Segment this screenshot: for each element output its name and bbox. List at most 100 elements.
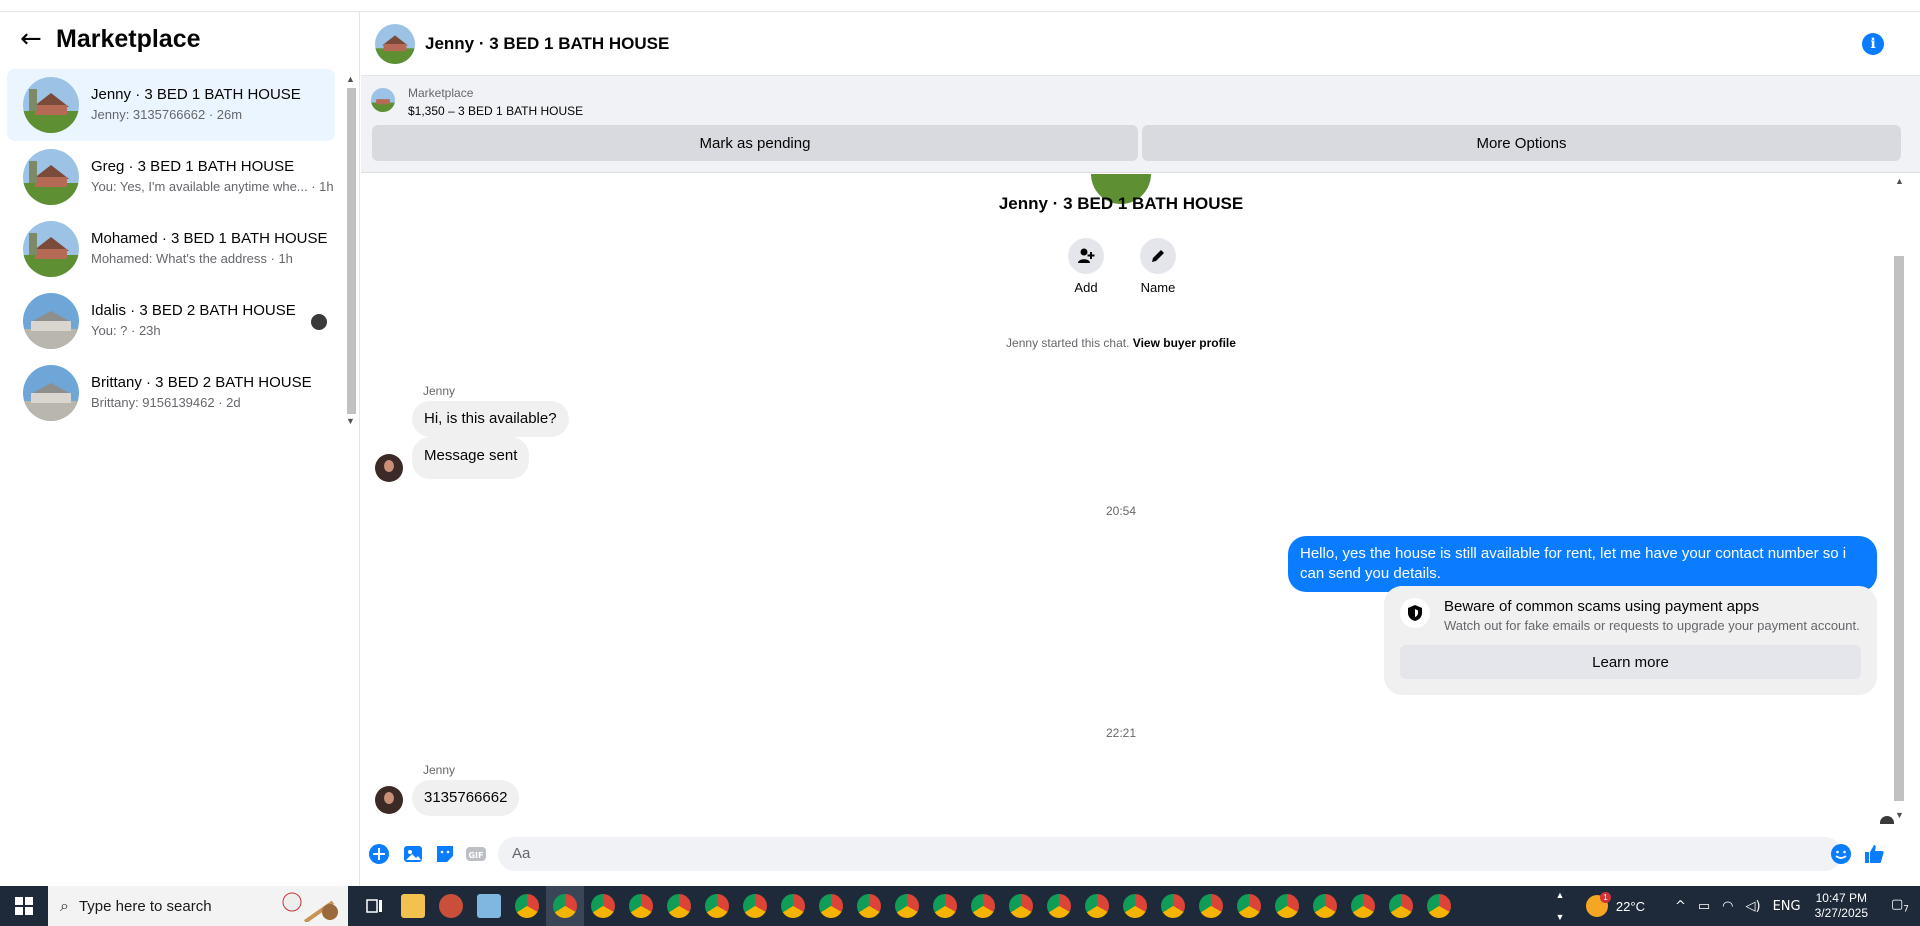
chrome-icon[interactable] [1116,886,1154,926]
volume-icon[interactable]: ◁) [1746,899,1761,914]
add-people-action[interactable]: Add [1056,238,1116,295]
file-explorer-icon[interactable] [394,886,432,926]
message-composer: GIF Aa [361,833,1920,877]
thumbs-up-icon[interactable] [1863,843,1885,865]
conversation-item-mohamed[interactable]: Mohamed · 3 BED 1 BATH HOUSE Mohamed: Wh… [7,213,335,285]
wifi-icon[interactable]: ◠ [1722,899,1733,914]
chrome-icon[interactable] [736,886,774,926]
scroll-down-icon[interactable]: ▼ [1895,810,1904,820]
sender-avatar[interactable] [375,454,403,482]
sticker-icon[interactable] [434,843,456,865]
back-arrow-icon[interactable]: ← [20,24,56,54]
chrome-icon[interactable] [1192,886,1230,926]
scroll-up-icon[interactable]: ▲ [346,74,355,84]
chevron-up-icon[interactable]: ^ [1675,899,1686,914]
sidebar-scrollbar[interactable]: ▲ ▼ [344,74,358,430]
photo-icon[interactable] [402,843,424,865]
chrome-icon[interactable] [1382,886,1420,926]
conversation-item-idalis[interactable]: Idalis · 3 BED 2 BATH HOUSE You: ? · 23h [7,285,335,357]
name-label: Name [1140,280,1176,295]
baseball-icon [282,892,338,922]
incoming-message[interactable]: Hi, is this available? [412,401,569,437]
chrome-icon[interactable] [1268,886,1306,926]
taskbar-scroll-down-icon[interactable]: ▼ [1553,912,1567,922]
emoji-icon[interactable] [1830,843,1852,865]
chrome-icon[interactable] [1306,886,1344,926]
chrome-icon[interactable] [584,886,622,926]
chrome-icon[interactable] [850,886,888,926]
conversation-sidebar: ← Marketplace Jenny · 3 BED 1 BATH HOUSE… [0,12,360,886]
house-thumbnail [23,221,79,277]
gif-icon[interactable]: GIF [465,843,487,865]
sender-avatar[interactable] [375,786,403,814]
taskbar-scroll-up-icon[interactable]: ▲ [1553,890,1567,900]
chrome-icon[interactable] [698,886,736,926]
notepad-icon[interactable] [470,886,508,926]
conversation-item-greg[interactable]: Greg · 3 BED 1 BATH HOUSE You: Yes, I'm … [7,141,335,213]
more-options-button[interactable]: More Options [1142,125,1901,161]
app-icon[interactable] [432,886,470,926]
mark-as-pending-button[interactable]: Mark as pending [372,125,1138,161]
pencil-icon[interactable] [1140,238,1176,274]
incoming-message[interactable]: 3135766662 [412,780,520,816]
info-icon[interactable]: i [1862,33,1884,55]
svg-text:GIF: GIF [468,851,483,860]
scroll-down-icon[interactable]: ▼ [346,416,355,426]
chrome-icon[interactable] [1154,886,1192,926]
notification-center-icon[interactable]: ▢7 [1880,897,1920,915]
chat-header: Jenny · 3 BED 1 BATH HOUSE i [361,12,1920,76]
windows-start-icon[interactable] [0,886,48,926]
message-scrollbar[interactable]: ▲ ▼ [1892,174,1906,824]
chrome-icon[interactable] [812,886,850,926]
incoming-message[interactable]: Message sent [412,437,530,479]
chrome-icon[interactable] [660,886,698,926]
chat-avatar[interactable] [375,23,415,64]
language-indicator[interactable]: ENG [1773,899,1801,914]
plus-circle-icon[interactable] [368,843,390,865]
chrome-icon[interactable] [1344,886,1382,926]
chrome-icon[interactable] [1230,886,1268,926]
chrome-icon[interactable] [622,886,660,926]
weather-widget[interactable]: 1 22°C [1585,892,1645,917]
shield-icon [1400,598,1430,628]
name-chat-action[interactable]: Name [1128,238,1188,295]
chrome-icon[interactable] [1040,886,1078,926]
add-person-icon[interactable] [1068,238,1104,274]
chrome-icon[interactable] [1002,886,1040,926]
chat-title[interactable]: Jenny · 3 BED 1 BATH HOUSE [425,34,669,54]
outgoing-message[interactable]: Hello, yes the house is still available … [1288,536,1877,592]
learn-more-button[interactable]: Learn more [1400,645,1861,679]
listing-thumbnail[interactable] [371,88,395,112]
chrome-icon[interactable] [964,886,1002,926]
conversation-item-jenny[interactable]: Jenny · 3 BED 1 BATH HOUSE Jenny: 313576… [7,69,335,141]
chrome-icon[interactable] [546,886,584,926]
sidebar-title: Marketplace [56,24,201,53]
timestamp: 20:54 [1105,504,1137,518]
chrome-icon[interactable] [508,886,546,926]
chrome-icon[interactable] [774,886,812,926]
listing-source: Marketplace [408,86,474,100]
scrollbar-thumb[interactable] [1894,256,1904,801]
chrome-icon[interactable] [1420,886,1458,926]
conversation-preview: Brittany: 9156139462 · 2d [91,395,241,410]
meet-icon[interactable]: ▭ [1698,899,1710,914]
clock-date: 3/27/2025 [1814,906,1868,920]
scroll-up-icon[interactable]: ▲ [1895,176,1904,186]
view-buyer-profile-link[interactable]: View buyer profile [1133,336,1236,350]
task-view-icon[interactable] [356,886,394,926]
message-input[interactable]: Aa [498,837,1842,871]
scrollbar-thumb[interactable] [347,88,356,414]
taskbar-search[interactable]: ⌕ Type here to search [48,886,348,926]
conversation-list: Jenny · 3 BED 1 BATH HOUSE Jenny: 313576… [0,69,342,429]
chrome-icon[interactable] [926,886,964,926]
sender-name: Jenny [423,384,456,398]
chrome-icon[interactable] [888,886,926,926]
clock[interactable]: 10:47 PM 3/27/2025 [1815,891,1868,921]
sidebar-header: ← Marketplace [0,12,359,66]
listing-summary[interactable]: $1,350 – 3 BED 1 BATH HOUSE [408,104,583,118]
taskbar-scroll-control[interactable]: ▲ ▼ [1553,886,1567,926]
chat-started-notice: Jenny started this chat. View buyer prof… [361,336,1881,350]
chrome-icon[interactable] [1078,886,1116,926]
conversation-item-brittany[interactable]: Brittany · 3 BED 2 BATH HOUSE Brittany: … [7,357,335,429]
scam-warning-card: Beware of common scams using payment app… [1384,586,1877,695]
